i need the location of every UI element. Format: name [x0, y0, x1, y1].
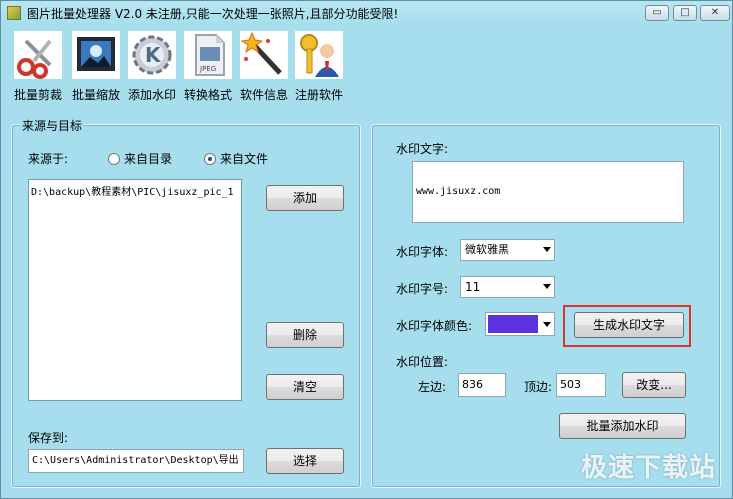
toolbar-batch-resize[interactable]: 批量缩放 [69, 31, 123, 105]
watermark-font-label: 水印字体: [396, 245, 449, 259]
group-title: 来源与目标 [20, 117, 85, 134]
radio-button[interactable] [108, 152, 120, 165]
left-input[interactable]: 836 [458, 373, 506, 397]
kde-gear-icon: K [128, 31, 176, 79]
minimize-button[interactable]: ▭ [645, 5, 669, 21]
top-input[interactable]: 503 [556, 373, 606, 397]
toolbar-label: 批量剪裁 [13, 88, 62, 102]
save-to-label: 保存到: [28, 431, 69, 445]
delete-button[interactable]: 删除 [266, 322, 344, 348]
toolbar-register[interactable]: 注册软件 [291, 31, 347, 105]
left-label: 左边: [418, 380, 447, 394]
file-list[interactable]: D:\backup\教程素材\PIC\jisuxz_pic_1 [28, 179, 242, 401]
radio-button[interactable] [204, 152, 216, 165]
maximize-button[interactable]: □ [673, 5, 697, 21]
clear-button[interactable]: 清空 [266, 374, 344, 400]
jpeg-file-icon: JPEG [184, 31, 232, 79]
radio-from-file[interactable]: 来自文件 [204, 150, 268, 167]
toolbar-add-watermark[interactable]: K 添加水印 [125, 31, 179, 105]
watermark-color-label: 水印字体颜色: [396, 319, 473, 333]
top-label: 顶边: [524, 380, 553, 394]
picture-icon [72, 31, 120, 79]
toolbar-software-info[interactable]: 软件信息 [237, 31, 291, 105]
font-select-value: 微软雅黑 [465, 243, 509, 256]
toolbar-convert-format[interactable]: JPEG 转换格式 [181, 31, 235, 105]
highlight-box [563, 305, 691, 347]
color-select[interactable] [485, 312, 555, 336]
chevron-down-icon [543, 284, 551, 289]
window-title: 图片批量处理器 V2.0 未注册,只能一次处理一张照片,且部分功能受限! [27, 7, 399, 21]
toolbar-label: 软件信息 [239, 88, 288, 102]
close-button[interactable]: ✕ [700, 5, 730, 21]
watermark-group: 水印文字: www.jisuxz.com 水印字体: 微软雅黑 水印字号: 11… [371, 124, 721, 488]
svg-text:JPEG: JPEG [199, 65, 216, 73]
add-button[interactable]: 添加 [266, 185, 344, 211]
batch-add-watermark-button[interactable]: 批量添加水印 [559, 413, 686, 439]
app-icon [7, 6, 21, 20]
source-target-group: 来源与目标 来源于: 来自目录 来自文件 D:\backup\教程素材\PIC\… [11, 117, 361, 488]
toolbar-label: 添加水印 [127, 88, 176, 102]
brand-watermark: 极速下载站 [580, 453, 716, 483]
save-path-input[interactable]: C:\Users\Administrator\Desktop\导出 [28, 449, 244, 473]
toolbar-label: 注册软件 [294, 88, 343, 102]
radio-label: 来自目录 [124, 152, 173, 166]
size-select[interactable]: 11 [460, 276, 555, 298]
toolbar-label: 批量缩放 [71, 88, 120, 102]
watermark-position-label: 水印位置: [396, 355, 449, 369]
list-item[interactable]: D:\backup\教程素材\PIC\jisuxz_pic_1 [31, 183, 239, 198]
chevron-down-icon [543, 247, 551, 252]
watermark-size-label: 水印字号: [396, 282, 449, 296]
source-label: 来源于: [28, 152, 69, 166]
color-swatch [488, 315, 538, 333]
watermark-text-label: 水印文字: [396, 142, 449, 156]
svg-text:K: K [145, 43, 162, 67]
radio-from-directory[interactable]: 来自目录 [108, 150, 172, 167]
toolbar-label: 转换格式 [183, 88, 232, 102]
size-select-value: 11 [465, 280, 481, 294]
radio-label: 来自文件 [220, 152, 269, 166]
change-position-button[interactable]: 改变... [622, 372, 686, 398]
choose-button[interactable]: 选择 [266, 448, 344, 474]
chevron-down-icon [543, 322, 551, 327]
title-bar: 图片批量处理器 V2.0 未注册,只能一次处理一张照片,且部分功能受限! ▭ □… [1, 1, 732, 25]
scissors-icon [14, 31, 62, 79]
font-select[interactable]: 微软雅黑 [460, 239, 555, 261]
keys-user-icon [295, 31, 343, 79]
watermark-text-input[interactable]: www.jisuxz.com [412, 161, 684, 223]
app-window: 图片批量处理器 V2.0 未注册,只能一次处理一张照片,且部分功能受限! ▭ □… [0, 0, 733, 499]
toolbar-batch-crop[interactable]: 批量剪裁 [11, 31, 65, 105]
magic-wand-icon [240, 31, 288, 79]
